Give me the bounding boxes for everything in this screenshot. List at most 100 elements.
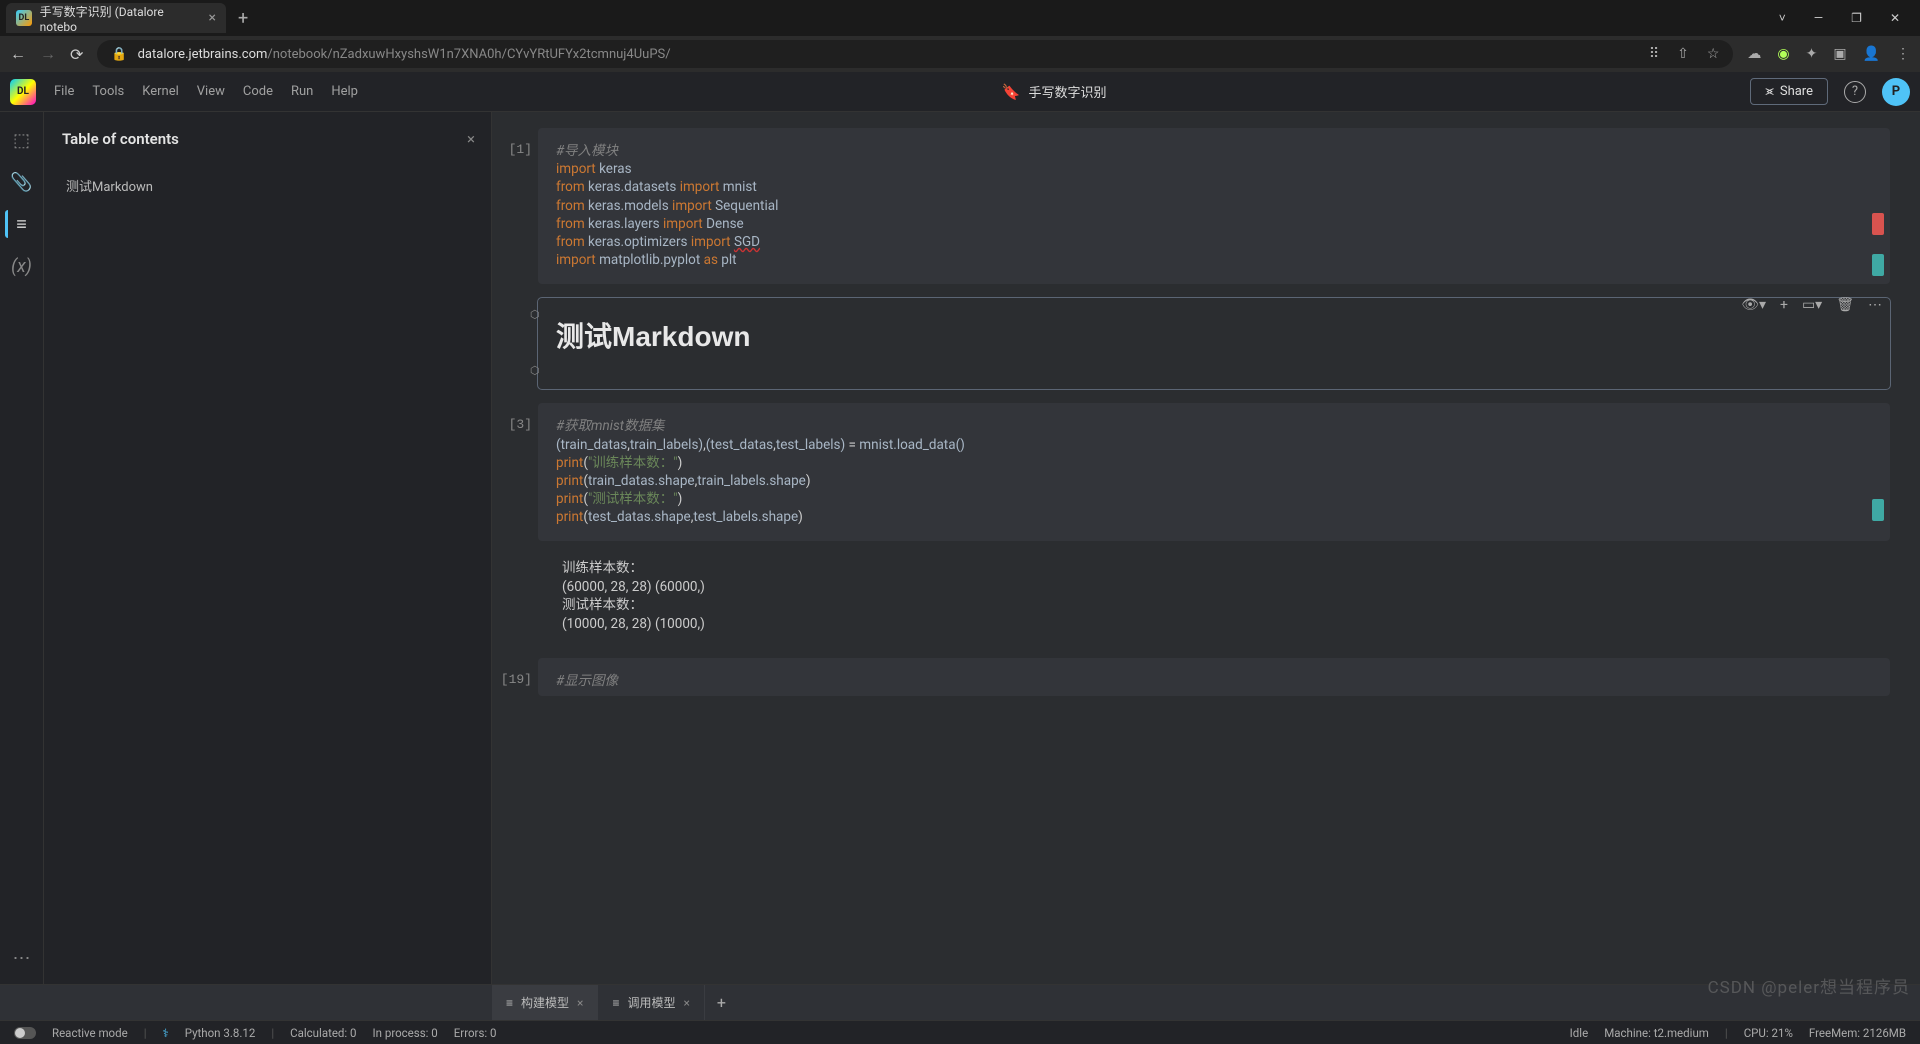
reload-icon[interactable]: ⟳ [70,45,83,64]
ext-green-icon[interactable]: ◉ [1777,46,1789,62]
bottom-tab[interactable]: ≡构建模型× [492,985,598,1020]
translate-icon[interactable]: ⠿ [1649,46,1659,62]
share-icon: ⪤ [1765,84,1773,99]
cell-output: 训练样本数：(60000, 28, 28) (60000,)测试样本数：(100… [544,555,1890,639]
address-input[interactable]: 🔒 datalore.jetbrains.com/notebook/nZadxu… [97,40,1733,68]
status-errors: Errors: 0 [454,1026,497,1040]
minimize-icon[interactable]: — [1814,11,1823,25]
rail-toc-icon[interactable]: ≡ [5,210,35,238]
share-label: Share [1780,84,1813,99]
minimap-ok-icon [1872,499,1884,521]
cell-body[interactable]: #导入模块import kerasfrom keras.datasets imp… [538,128,1890,284]
new-tab-icon[interactable]: + [238,8,248,29]
cell-number: [19] [498,658,538,696]
rail-attach-icon[interactable]: 📎 [7,168,37,196]
python-icon: ⚕ [163,1026,169,1040]
tab-close-icon[interactable]: × [683,996,689,1010]
notebook-editor: [1] #导入模块import kerasfrom keras.datasets… [492,112,1920,984]
status-calculated: Calculated: 0 [290,1026,356,1040]
sidebar-close-icon[interactable]: × [467,130,475,148]
tab-title: 手写数字识别 (Datalore notebo [40,3,201,34]
menu-view[interactable]: View [197,84,225,99]
status-mem: FreeMem: 2126MB [1809,1026,1906,1040]
rail-more-icon[interactable]: ⋯ [7,944,37,972]
tab-close-icon[interactable]: × [577,996,583,1010]
watermark: CSDN @peler想当程序员 [1708,973,1910,998]
status-idle: Idle [1570,1026,1589,1040]
cell-handle-top-icon[interactable]: ⬡ [530,308,540,323]
menu-file[interactable]: File [54,84,74,99]
toc-title: Table of contents [62,130,473,148]
share-url-icon[interactable]: ⇧ [1677,46,1689,62]
status-machine[interactable]: Machine: t2.medium [1604,1026,1709,1040]
rail-vars-icon[interactable]: (x) [7,252,37,280]
tab-favicon-icon: DL [16,10,32,26]
code-cell[interactable]: [19] #显示图像 [498,658,1890,696]
list-icon: ≡ [612,996,619,1010]
rail-cube-icon[interactable]: ⬚ [7,126,37,154]
toc-item[interactable]: 测试Markdown [62,176,473,195]
help-icon[interactable]: ? [1844,81,1866,103]
status-inprocess: In process: 0 [373,1026,438,1040]
menu-code[interactable]: Code [243,84,273,99]
datalore-logo-icon[interactable]: DL [10,79,36,105]
browser-tab[interactable]: DL 手写数字识别 (Datalore notebo × [6,3,226,33]
cell-visibility-icon[interactable]: 👁▾ [1741,296,1766,315]
bottom-tab-bar: ≡构建模型×≡调用模型× + [0,984,1920,1020]
menubar: File Tools Kernel View Code Run Help [54,84,358,99]
list-icon: ≡ [506,996,513,1010]
window-controls: ˅ — ❐ ✕ [1779,11,1914,25]
markdown-cell[interactable]: ⬡ ⬡ 👁▾ + ▭▾ 🗑 ⋯ 测试Markdown [498,298,1890,390]
reactive-toggle[interactable] [14,1027,36,1039]
cell-body[interactable]: #获取mnist数据集(train_datas,train_labels),(t… [538,403,1890,540]
status-python[interactable]: Python 3.8.12 [185,1026,256,1040]
status-bar: Reactive mode | ⚕ Python 3.8.12 | Calcul… [0,1020,1920,1044]
bookmark-star-icon[interactable]: ☆ [1707,46,1720,62]
bookmark-icon[interactable]: 🔖 [1002,83,1021,101]
ext-panel-icon[interactable]: ▣ [1833,46,1846,62]
menu-tools[interactable]: Tools [92,84,124,99]
profile-icon[interactable]: 👤 [1863,46,1880,62]
ext-puzzle-icon[interactable]: ✦ [1806,46,1818,62]
lock-icon: 🔒 [111,47,127,62]
cell-body[interactable]: #显示图像 [538,658,1890,696]
close-window-icon[interactable]: ✕ [1890,11,1900,25]
url-bar: ← → ⟳ 🔒 datalore.jetbrains.com/notebook/… [0,36,1920,72]
cell-body[interactable]: ⬡ ⬡ 👁▾ + ▭▾ 🗑 ⋯ 测试Markdown [538,298,1890,390]
share-button[interactable]: ⪤ Share [1750,78,1828,105]
avatar[interactable]: P [1882,78,1910,106]
forward-icon[interactable]: → [40,44,56,64]
back-icon[interactable]: ← [10,44,26,64]
minimap-error-icon [1872,213,1884,235]
minimap-ok-icon [1872,254,1884,276]
markdown-heading: 测试Markdown [556,318,1872,356]
browser-menu-icon[interactable]: ⋮ [1896,46,1910,62]
cell-handle-bottom-icon[interactable]: ⬡ [530,364,540,379]
menu-kernel[interactable]: Kernel [142,84,179,99]
status-cpu: CPU: 21% [1744,1026,1793,1040]
code-cell[interactable]: [3] #获取mnist数据集(train_datas,train_labels… [498,403,1890,540]
sidebar-toc: Table of contents × 测试Markdown [44,112,492,984]
document-title-group: 🔖 手写数字识别 [1002,82,1107,101]
extension-icons: ☁ ◉ ✦ ▣ 👤 ⋮ [1747,46,1910,62]
url-path: /notebook/nZadxuwHxyshsW1n7XNA0h/CYvYRtU… [267,47,670,62]
cell-toolbar: 👁▾ + ▭▾ 🗑 ⋯ [1741,296,1882,315]
cell-type-icon[interactable]: ▭▾ [1802,296,1822,315]
left-rail: ⬚ 📎 ≡ (x) ⋯ [0,112,44,984]
ext-cloud-icon[interactable]: ☁ [1747,46,1761,62]
tab-close-icon[interactable]: × [209,10,216,26]
code-cell[interactable]: [1] #导入模块import kerasfrom keras.datasets… [498,128,1890,284]
cell-number: [1] [498,128,538,284]
cell-add-icon[interactable]: + [1780,296,1788,315]
menu-help[interactable]: Help [331,84,358,99]
dropdown-icon[interactable]: ˅ [1779,11,1786,25]
url-host: datalore.jetbrains.com [138,47,268,62]
status-reactive: Reactive mode [52,1026,128,1040]
menu-run[interactable]: Run [291,84,313,99]
cell-delete-icon[interactable]: 🗑 [1836,296,1854,315]
maximize-icon[interactable]: ❐ [1851,11,1862,25]
bottom-tab[interactable]: ≡调用模型× [598,985,704,1020]
bottom-tab-add-icon[interactable]: + [705,993,738,1012]
cell-more-icon[interactable]: ⋯ [1868,296,1882,315]
app-header: DL File Tools Kernel View Code Run Help 🔖 手写数字… [0,72,1920,112]
